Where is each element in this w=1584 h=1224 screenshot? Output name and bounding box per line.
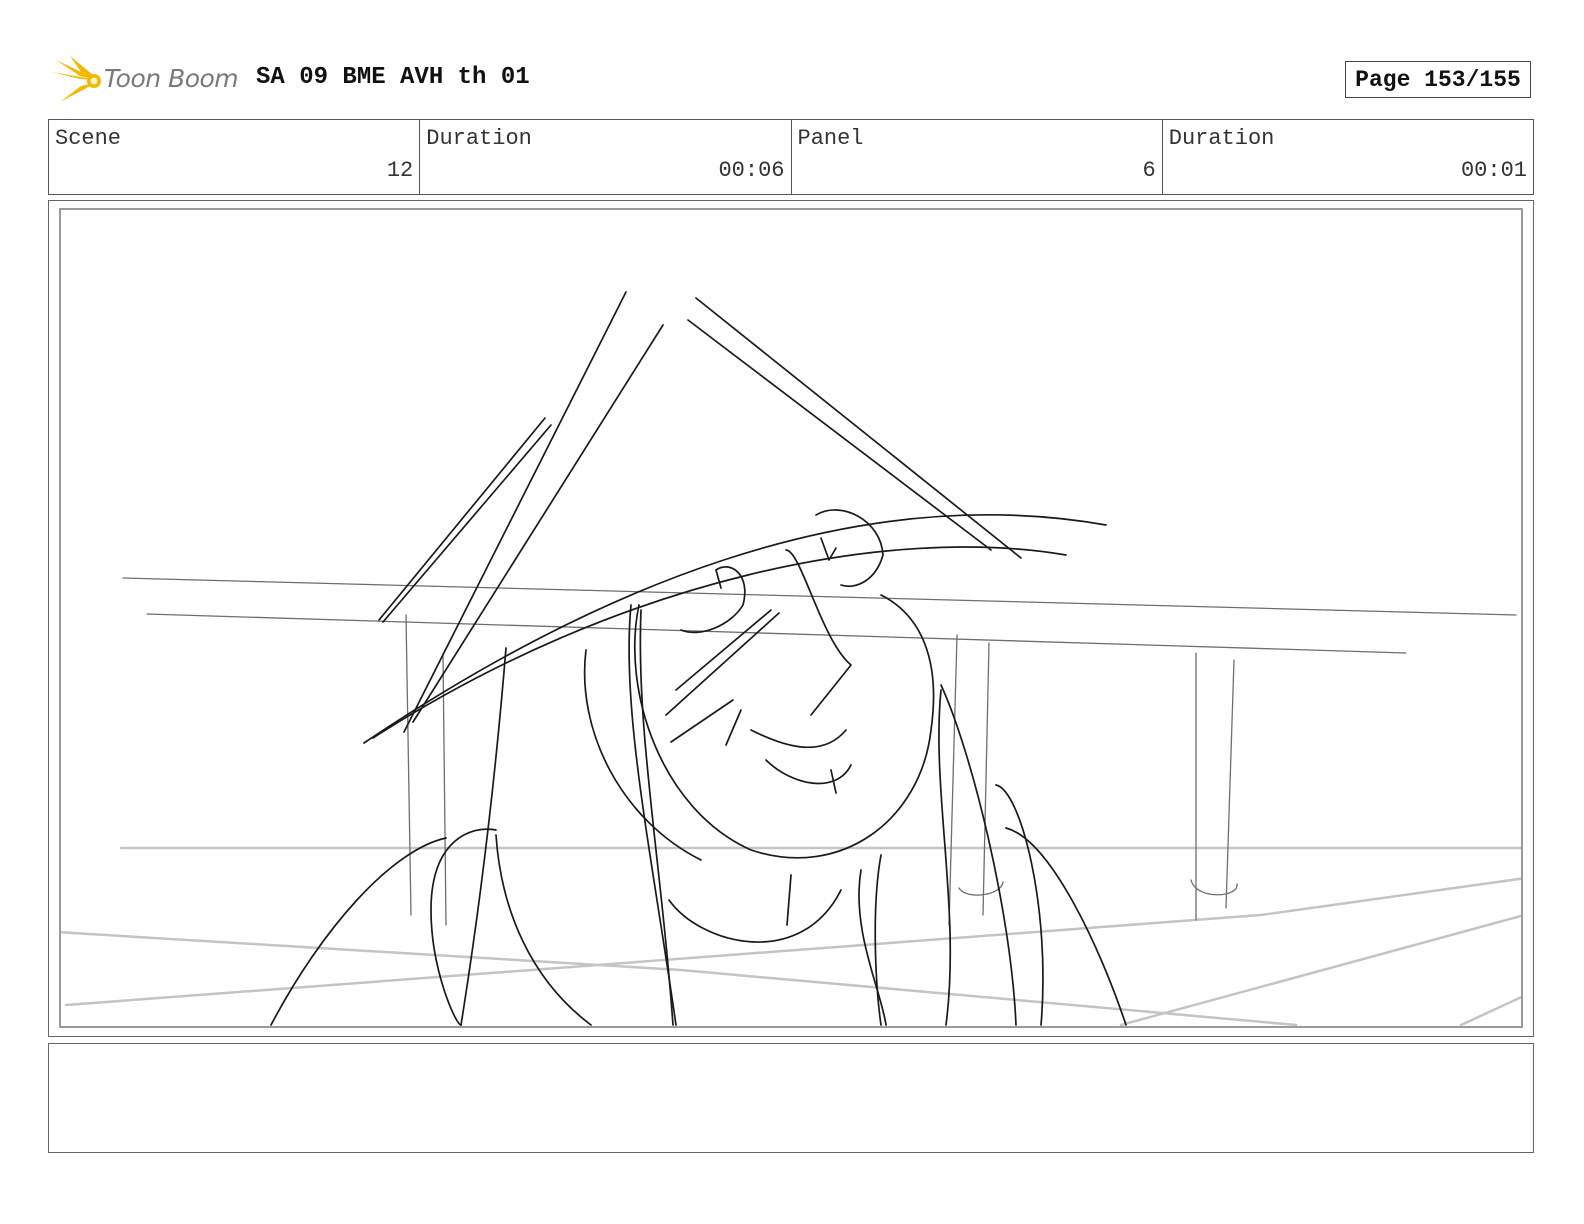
page-indicator: Page 153/155 (1345, 61, 1531, 98)
panel-cell: Panel 6 (792, 120, 1163, 194)
panel-duration-label: Duration (1168, 126, 1275, 151)
scene-duration-label: Duration (426, 126, 532, 151)
scene-label: Scene (55, 126, 122, 151)
logo-text: Toon Boom (104, 64, 239, 93)
sketch-drawing (61, 291, 1521, 1026)
panel-notes-box (48, 1043, 1534, 1153)
scene-duration-value: 00:06 (718, 158, 785, 183)
document-title: SA 09 BME AVH th 01 (256, 64, 530, 91)
panel-value: 6 (1142, 158, 1156, 183)
panel-duration-cell: Duration 00:01 (1163, 120, 1533, 194)
scene-value: 12 (386, 158, 414, 183)
panel-label: Panel (797, 126, 864, 151)
storyboard-panel (48, 200, 1534, 1037)
scene-duration-cell: Duration 00:06 (420, 120, 792, 194)
scene-cell: Scene 12 (49, 120, 421, 194)
scene-info-row: Scene 12 Duration 00:06 Panel 6 Duration… (48, 119, 1534, 195)
panel-duration-value: 00:01 (1460, 158, 1527, 183)
toon-boom-logo: Toon Boom (50, 54, 240, 108)
panel-drawing-area (59, 208, 1523, 1028)
starburst-icon (52, 56, 101, 102)
